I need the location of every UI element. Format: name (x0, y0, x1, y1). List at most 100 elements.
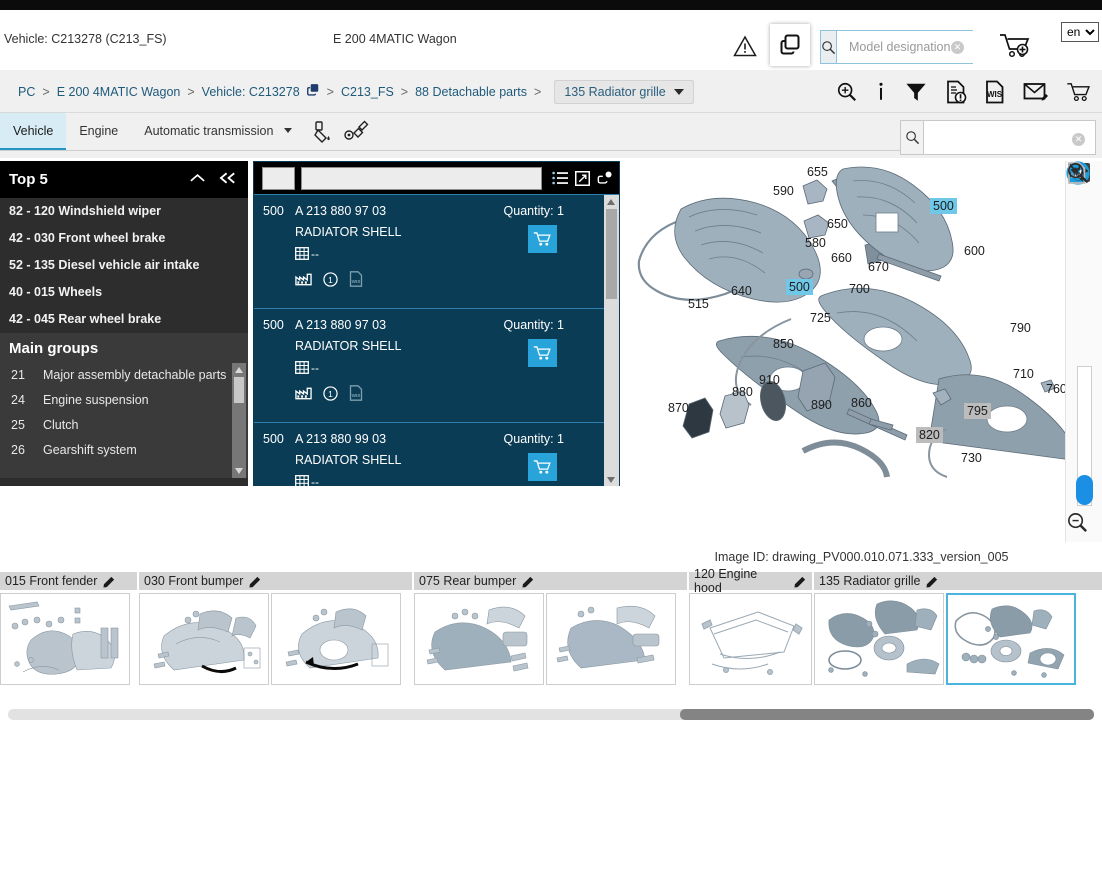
top5-item[interactable]: 82 - 120 Windshield wiper (0, 198, 248, 225)
callout-label[interactable]: 655 (807, 165, 828, 179)
breadcrumb-item-detachable-parts[interactable]: 88 Detachable parts (415, 85, 527, 99)
table-row[interactable]: 500 A 213 880 99 03 RADIATOR SHELL -- Qu… (254, 423, 619, 486)
thumbnail-item[interactable] (0, 593, 130, 685)
tab-vehicle[interactable]: Vehicle (0, 113, 67, 151)
breadcrumb-item-model[interactable]: E 200 4MATIC Wagon (57, 85, 181, 99)
callout-label[interactable]: 580 (805, 236, 826, 250)
copy-vehicle-button[interactable] (770, 24, 810, 66)
bolt-fastener-icon[interactable] (343, 120, 369, 144)
list-view-icon[interactable] (552, 171, 568, 185)
parts-filter-position-box[interactable] (262, 166, 295, 190)
callout-label[interactable]: 910 (759, 373, 780, 387)
callout-label[interactable]: 730 (961, 451, 982, 465)
parts-search-button[interactable] (901, 121, 924, 154)
thumbnail-item-selected[interactable] (946, 593, 1076, 685)
tab-automatic-transmission[interactable]: Automatic transmission (131, 113, 305, 151)
scrollbar-thumb[interactable] (606, 209, 617, 299)
parts-search-clear-icon[interactable]: ✕ (1072, 133, 1085, 146)
callout-label[interactable]: 700 (849, 282, 870, 296)
wis-doc-icon[interactable]: WIS (349, 385, 363, 401)
callout-label-related[interactable]: 795 (964, 403, 991, 419)
cart-add-icon[interactable] (998, 32, 1034, 65)
history-reset-icon[interactable] (1066, 163, 1102, 275)
edit-icon[interactable] (794, 575, 807, 588)
expand-icon[interactable] (575, 170, 590, 186)
parts-search-input[interactable] (924, 121, 1095, 154)
table-row[interactable]: 500 A 213 880 97 03 RADIATOR SHELL -- 1 … (254, 309, 619, 423)
thumbnail-item[interactable] (139, 593, 269, 685)
part-drawing-canvas[interactable]: 655 590 650 580 660 670 500 600 500 640 … (621, 161, 1102, 542)
thumbnail-item[interactable] (689, 593, 812, 685)
chevron-up-icon[interactable] (189, 171, 206, 188)
part-grid-note[interactable]: -- (295, 361, 319, 374)
add-to-cart-button[interactable] (528, 225, 557, 253)
filter-icon[interactable] (904, 81, 928, 103)
main-group-item[interactable]: 25 Clutch (0, 413, 248, 438)
paint-color-icon[interactable] (312, 120, 336, 144)
add-to-cart-button[interactable] (528, 339, 557, 367)
zoom-search-icon[interactable] (836, 81, 858, 103)
zoom-out-icon[interactable] (1066, 511, 1102, 542)
horizontal-scrollbar-thumb[interactable] (680, 709, 1094, 720)
circle-one-icon[interactable]: 1 (323, 271, 338, 287)
callout-label[interactable]: 890 (811, 398, 832, 412)
tab-engine[interactable]: Engine (66, 113, 131, 151)
callout-label[interactable]: 600 (964, 244, 985, 258)
scroll-down-icon[interactable] (607, 477, 615, 483)
main-group-item[interactable]: 21 Major assembly detachable parts (0, 363, 248, 388)
horizontal-scrollbar[interactable] (8, 709, 1094, 720)
callout-label[interactable]: 860 (851, 396, 872, 410)
thumbnail-item[interactable] (271, 593, 401, 685)
thumbnail-item[interactable] (814, 593, 944, 685)
callout-label[interactable]: 670 (868, 260, 889, 274)
table-row[interactable]: 500 A 213 880 97 03 RADIATOR SHELL -- 1 … (254, 195, 619, 309)
unpin-icon[interactable] (1066, 162, 1102, 313)
factory-icon[interactable] (295, 386, 312, 400)
cart-icon[interactable] (1066, 81, 1092, 103)
top5-item[interactable]: 40 - 015 Wheels (0, 279, 248, 306)
wis-doc-icon[interactable]: WIS (349, 271, 363, 287)
mail-edit-icon[interactable] (1023, 81, 1049, 103)
main-group-item[interactable]: 24 Engine suspension (0, 388, 248, 413)
part-grid-note[interactable]: -- (295, 247, 319, 260)
breadcrumb-item-series[interactable]: C213_FS (341, 85, 394, 99)
search-submit-button[interactable] (821, 31, 837, 63)
edit-icon[interactable] (926, 575, 939, 588)
breadcrumb-current-dropdown[interactable]: 135 Radiator grille (554, 79, 694, 104)
edit-icon[interactable] (522, 575, 535, 588)
callout-label[interactable]: 660 (831, 251, 852, 265)
svg-export-icon[interactable]: SVG (1066, 162, 1102, 351)
top5-item[interactable]: 42 - 045 Rear wheel brake (0, 306, 248, 333)
double-chevron-left-icon[interactable] (219, 171, 238, 189)
edit-icon[interactable] (249, 575, 262, 588)
callout-label-related[interactable]: 820 (916, 427, 943, 443)
parts-search-box[interactable]: ✕ (900, 120, 1096, 155)
scroll-up-icon[interactable] (235, 367, 243, 373)
thumbnail-item[interactable] (414, 593, 544, 685)
language-select[interactable]: en (1061, 22, 1099, 42)
callout-label[interactable]: 870 (668, 401, 689, 415)
factory-icon[interactable] (295, 272, 312, 286)
model-designation-input[interactable] (837, 31, 1012, 63)
circle-one-icon[interactable]: 1 (323, 385, 338, 401)
callout-label-selected[interactable]: 500 (930, 198, 957, 214)
copy-icon[interactable] (597, 170, 613, 186)
part-grid-note[interactable]: -- (295, 475, 319, 486)
callout-label[interactable]: 650 (827, 217, 848, 231)
scrollbar-thumb[interactable] (234, 377, 244, 403)
callout-label[interactable]: 725 (810, 311, 831, 325)
add-to-cart-button[interactable] (528, 453, 557, 481)
main-groups-scrollbar[interactable] (232, 363, 246, 478)
thumbnail-item[interactable] (546, 593, 676, 685)
callout-label[interactable]: 760 (1046, 382, 1067, 396)
callout-label[interactable]: 515 (688, 297, 709, 311)
callout-label[interactable]: 850 (773, 337, 794, 351)
info-icon[interactable] (875, 81, 887, 103)
scroll-up-icon[interactable] (607, 199, 615, 205)
wis-document-icon[interactable]: WIS (984, 80, 1006, 104)
warning-triangle-icon[interactable] (733, 35, 757, 57)
parts-filter-input[interactable] (301, 166, 542, 190)
model-designation-search[interactable]: ✕ (820, 30, 1012, 64)
clear-search-icon[interactable]: ✕ (951, 41, 964, 54)
breadcrumb-item-vehicle[interactable]: Vehicle: C213278 (202, 85, 300, 99)
